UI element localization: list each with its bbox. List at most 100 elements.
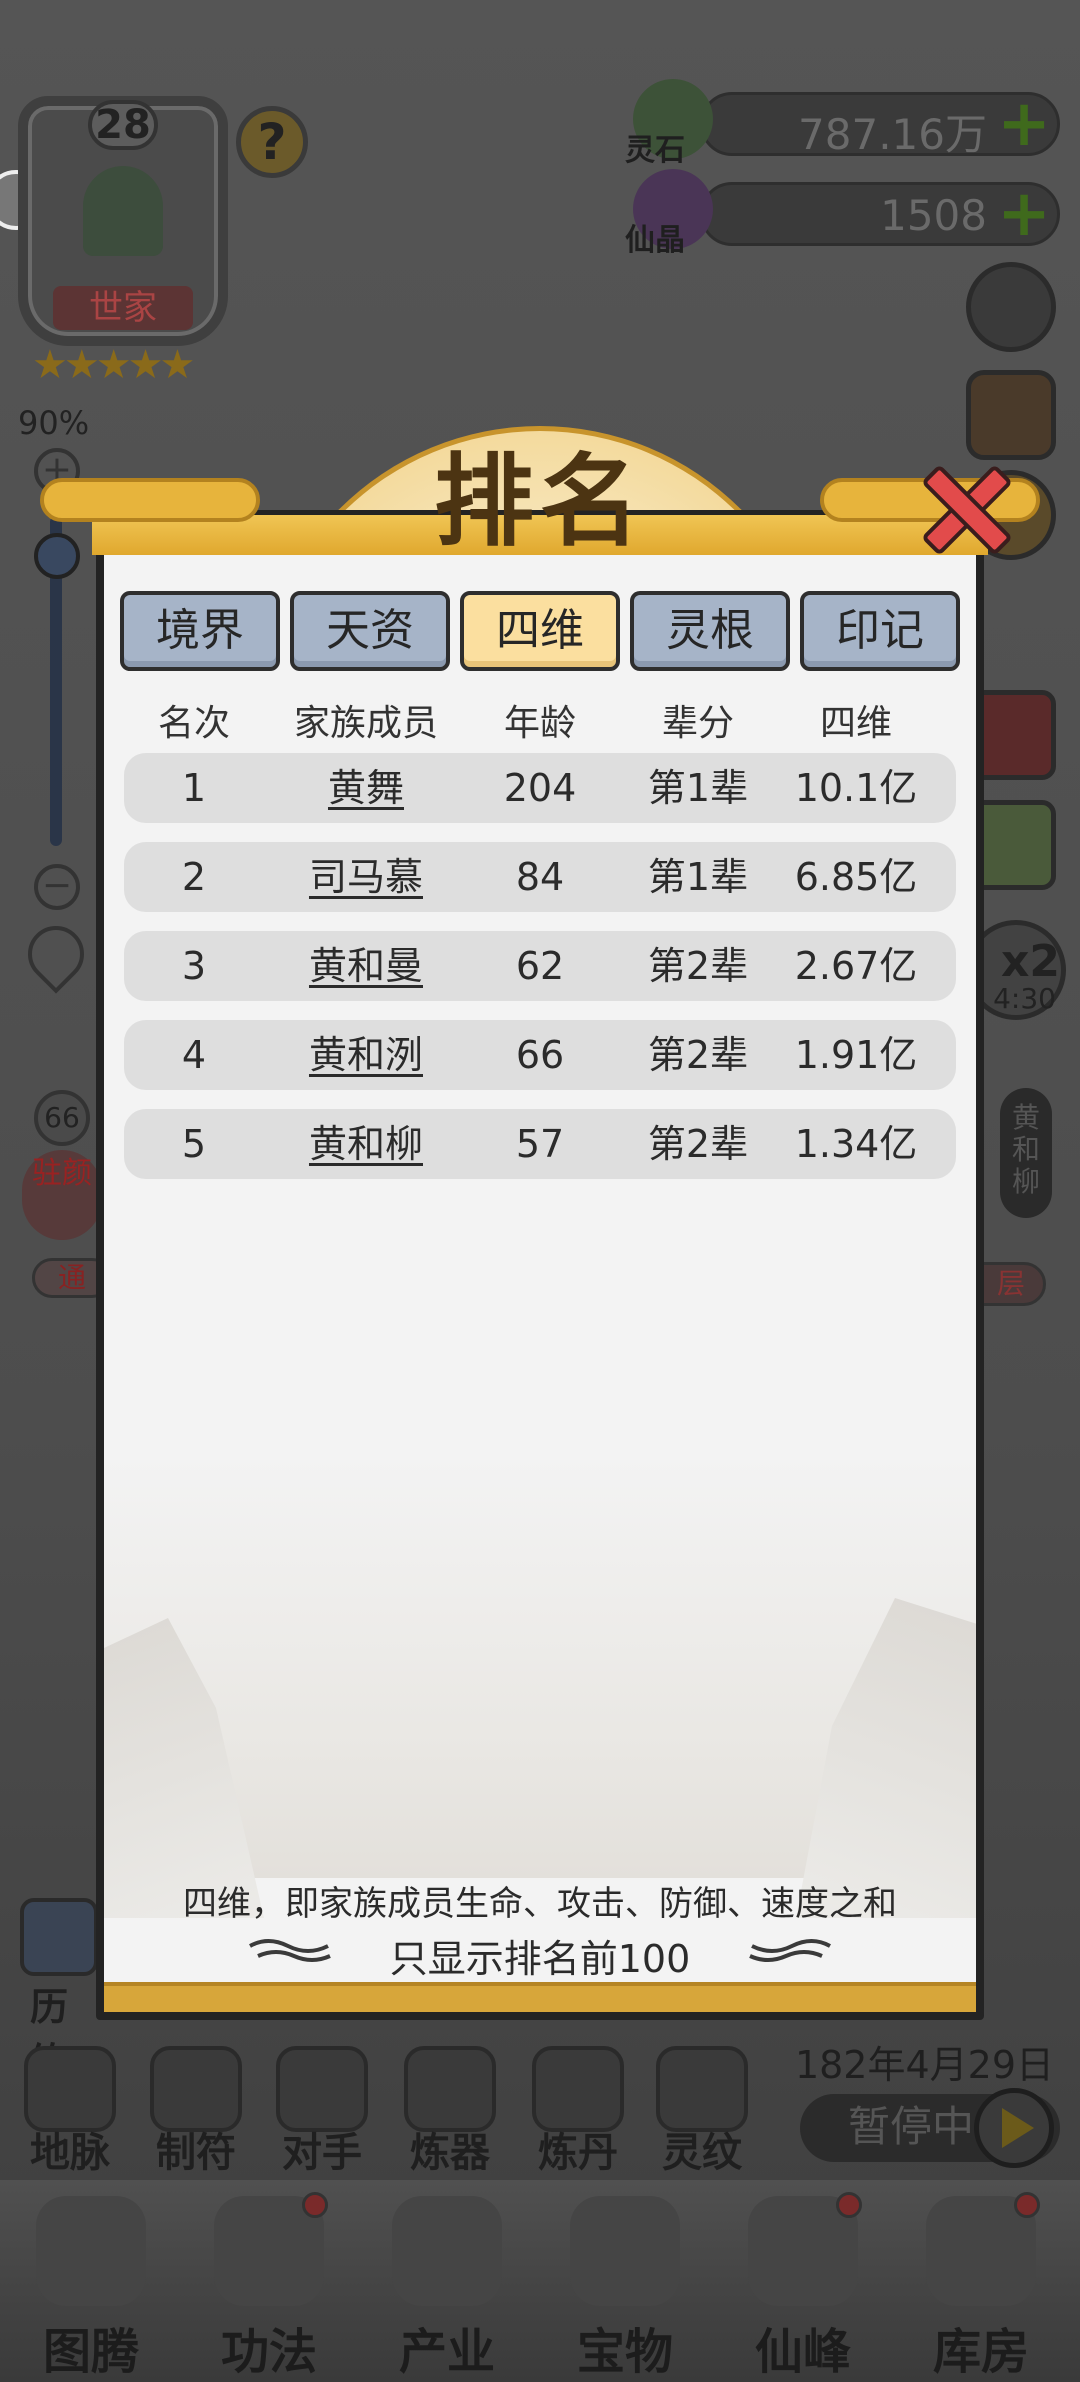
history-button[interactable]: 历练 — [16, 1888, 100, 2084]
member-status-icon: 驻颜 — [22, 1150, 102, 1240]
family-star-rating: ★★★★★ — [32, 342, 195, 388]
table-row: 1 黄舞 204 第1辈 10.1亿 — [124, 753, 956, 823]
left-member-avatar[interactable]: 66 驻颜 通 — [22, 1090, 112, 1298]
row-generation: 第2辈 — [647, 1122, 749, 1166]
row-rank: 3 — [181, 944, 207, 988]
row-generation: 第1辈 — [647, 766, 749, 810]
row-age: 84 — [515, 855, 565, 899]
column-header-generation: 辈分 — [661, 703, 734, 744]
tool-label: 炼器 — [410, 2130, 490, 2176]
nav-industry[interactable]: 产业 — [362, 2186, 532, 2382]
immortal-crystal-label: 仙晶 — [625, 223, 685, 258]
row-four-stats: 6.85亿 — [794, 855, 918, 899]
spirit-stone-value: 787.16万 — [798, 110, 987, 159]
help-button[interactable]: ? — [236, 106, 308, 178]
row-generation: 第2辈 — [647, 944, 749, 988]
tool-talisman[interactable]: 制符 — [144, 2046, 248, 2176]
row-four-stats: 2.67亿 — [794, 944, 918, 988]
row-member-link[interactable]: 黄舞 — [276, 753, 456, 823]
row-rank: 1 — [181, 766, 207, 810]
immortal-crystal-value: 1508 — [880, 191, 987, 240]
zoom-out-button[interactable]: − — [34, 864, 80, 910]
notification-dot — [836, 2192, 862, 2218]
tool-label: 地脉 — [30, 2130, 110, 2176]
row-rank: 4 — [181, 1033, 207, 1077]
row-age: 66 — [515, 1033, 565, 1077]
nav-label: 宝物 — [576, 2324, 673, 2380]
row-four-stats: 1.91亿 — [794, 1033, 918, 1077]
table-row: 3 黄和曼 62 第2辈 2.67亿 — [124, 931, 956, 1001]
nav-label: 仙峰 — [754, 2324, 851, 2380]
speed-timer: 4:30 — [993, 982, 1056, 1015]
tool-label: 制符 — [156, 2130, 236, 2176]
table-row: 2 司马慕 84 第1辈 6.85亿 — [124, 842, 956, 912]
row-rank: 5 — [181, 1122, 207, 1166]
column-header-four-stats: 四维 — [819, 703, 892, 744]
nav-treasure[interactable]: 宝物 — [540, 2186, 710, 2382]
dialog-bottom-trim — [104, 1982, 976, 2012]
nav-label: 产业 — [398, 2324, 495, 2380]
table-row: 5 黄和柳 57 第2辈 1.34亿 — [124, 1109, 956, 1179]
column-header-rank: 名次 — [157, 703, 230, 744]
totem-orb-icon — [36, 2196, 146, 2306]
immortal-crystal-counter: 仙晶 1508 + — [625, 169, 1060, 258]
row-age: 62 — [515, 944, 565, 988]
play-icon — [1002, 2108, 1034, 2148]
row-generation: 第2辈 — [647, 1033, 749, 1077]
row-age: 204 — [503, 766, 577, 810]
row-member-link[interactable]: 黄和曼 — [276, 931, 456, 1001]
map-icon[interactable] — [966, 370, 1056, 460]
row-member-link[interactable]: 司马慕 — [276, 842, 456, 912]
spirit-stone-counter: 灵石 787.16万 + — [625, 79, 1060, 168]
tree-icon — [83, 166, 163, 256]
mountain-house-icon — [392, 2196, 502, 2306]
nav-label: 功法 — [220, 2324, 317, 2380]
tool-alchemy[interactable]: 炼丹 — [526, 2046, 630, 2176]
row-four-stats: 10.1亿 — [794, 766, 918, 810]
nav-totem[interactable]: 图腾 — [6, 2186, 176, 2382]
row-member-link[interactable]: 黄和洌 — [276, 1020, 456, 1090]
tab-aptitude[interactable]: 天资 — [290, 591, 450, 671]
nav-storage[interactable]: 库房 — [896, 2186, 1066, 2382]
close-button[interactable] — [918, 462, 1013, 558]
column-header-age: 年龄 — [503, 703, 576, 744]
tool-label: 炼丹 — [538, 2130, 618, 2176]
add-spirit-stone-button[interactable]: + — [997, 92, 1051, 156]
row-generation: 第1辈 — [647, 855, 749, 899]
ribbon-left — [40, 478, 260, 522]
dialog-title: 排名 — [434, 443, 646, 560]
tool-earth-vein[interactable]: 地脉 — [18, 2046, 122, 2176]
row-rank: 2 — [181, 855, 207, 899]
member-level-badge: 66 — [34, 1090, 90, 1146]
yin-yang-settings-icon[interactable] — [966, 262, 1056, 352]
zoom-percent: 90% — [18, 404, 90, 442]
ranking-limit-note: 只显示排名前100 — [389, 1937, 691, 1981]
four-stats-explanation: 四维，即家族成员生命、攻击、防御、速度之和 — [183, 1884, 897, 1924]
nav-label: 图腾 — [42, 2324, 139, 2380]
nav-technique[interactable]: 功法 — [184, 2186, 354, 2382]
tool-opponent[interactable]: 对手 — [270, 2046, 374, 2176]
game-date: 182年4月29日 — [794, 2043, 1054, 2087]
jade-treasure-icon — [570, 2196, 680, 2306]
zoom-slider-knob[interactable] — [34, 532, 80, 579]
tool-rune[interactable]: 灵纹 — [650, 2046, 754, 2176]
family-tier-label: 世家 — [53, 286, 193, 330]
family-level-badge: 28 — [88, 100, 158, 150]
tool-forge[interactable]: 炼器 — [398, 2046, 502, 2176]
row-member-link[interactable]: 黄和柳 — [276, 1109, 456, 1179]
add-immortal-crystal-button[interactable]: + — [997, 182, 1051, 246]
notification-dot — [302, 2192, 328, 2218]
table-row: 4 黄和洌 66 第2辈 1.91亿 — [124, 1020, 956, 1090]
history-icon — [20, 1898, 98, 1976]
tab-seal[interactable]: 印记 — [800, 591, 960, 671]
member-name-tag[interactable]: 黄和柳 — [1000, 1088, 1052, 1218]
speed-multiplier: x2 — [1001, 936, 1060, 987]
nav-peak[interactable]: 仙峰 — [718, 2186, 888, 2382]
column-header-member: 家族成员 — [293, 703, 438, 744]
tab-realm[interactable]: 境界 — [120, 591, 280, 671]
family-emblem[interactable]: 28 世家 ★★★★★ — [18, 96, 228, 388]
tab-four-stats[interactable]: 四维 — [460, 591, 620, 671]
row-age: 57 — [515, 1122, 565, 1166]
row-four-stats: 1.34亿 — [794, 1122, 918, 1166]
tab-spirit-root[interactable]: 灵根 — [630, 591, 790, 671]
